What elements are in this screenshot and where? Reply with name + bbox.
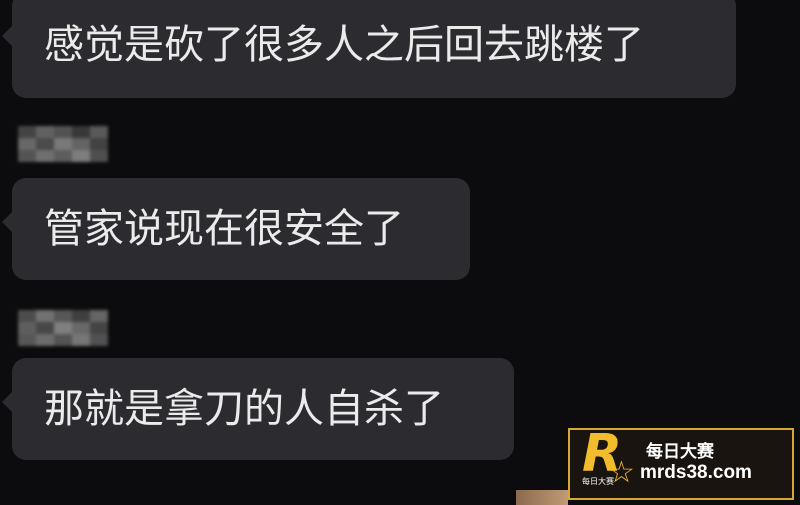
message-text: 管家说现在很安全了 [44,206,404,252]
watermark-text: 每日大赛 mrds38.com [640,441,752,485]
message-text: 那就是拿刀的人自杀了 [44,386,444,432]
blurred-name-icon [18,310,108,350]
message-bubble[interactable]: 管家说现在很安全了 [2,178,470,280]
watermark-logo: R ☆ 每日大赛 [578,428,635,494]
watermark: R ☆ 每日大赛 每日大赛 mrds38.com [568,428,794,500]
message-bubble[interactable]: 感觉是砍了很多人之后回去跳楼了 [2,0,736,98]
logo-small-text: 每日大赛 [582,477,614,486]
watermark-brand: 每日大赛 [646,441,714,462]
message-text: 感觉是砍了很多人之后回去跳楼了 [44,22,644,68]
watermark-url: mrds38.com [640,462,752,484]
message-bubble[interactable]: 那就是拿刀的人自杀了 [2,358,514,460]
blurred-name-icon [18,126,108,166]
background-photo-edge [516,490,568,505]
